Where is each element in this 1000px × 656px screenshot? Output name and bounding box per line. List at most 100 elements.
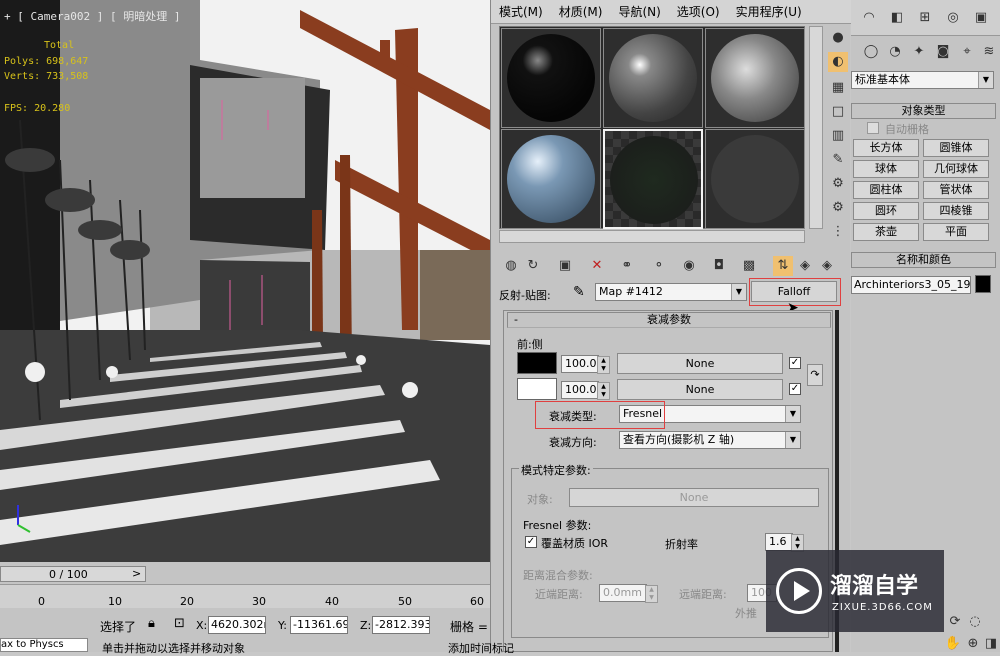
near-distance-spinner[interactable]: 0.0mm ▲ ▼ (599, 584, 658, 603)
pyramid-button[interactable]: 四棱锥 (923, 202, 989, 220)
sample-type-icon[interactable]: ● (828, 28, 848, 48)
display-tab-icon[interactable]: ▣ (971, 8, 991, 28)
sample-slot-5[interactable] (603, 129, 703, 229)
x-coordinate-field[interactable]: 4620.302m (208, 616, 266, 634)
eyedropper-icon[interactable]: ✎ (573, 284, 585, 300)
slots-vertical-scrollbar[interactable] (809, 26, 823, 229)
make-unique-icon[interactable]: ⚬ (649, 256, 669, 276)
object-color-swatch[interactable] (975, 275, 991, 293)
front-amount-spinner[interactable]: 100.0 ▲ ▼ (561, 355, 610, 374)
maxscript-listener[interactable]: ax to Physcs (0, 638, 88, 652)
put-to-library-icon[interactable]: ◉ (679, 256, 699, 276)
object-type-header[interactable]: 对象类型 (851, 103, 996, 119)
side-amount-spinner[interactable]: 100.0 ▲ ▼ (561, 381, 610, 400)
object-category-dropdown[interactable]: 标准基本体 ▼ (851, 71, 994, 89)
geosphere-button[interactable]: 几何球体 (923, 160, 989, 178)
plane-button[interactable]: 平面 (923, 223, 989, 241)
falloff-direction-label: 衰减方向: (549, 436, 597, 449)
front-map-button[interactable]: None (617, 353, 783, 374)
chevron-down-icon: ▼ (785, 432, 800, 448)
orbit-icon[interactable]: ⟳ (945, 612, 965, 632)
name-color-header[interactable]: 名称和颜色 (851, 252, 996, 268)
z-coordinate-field[interactable]: -2812.393 (372, 616, 430, 634)
viewport-label[interactable]: + [ Camera002 ] [ 明暗处理 ] (4, 8, 180, 24)
show-map-icon[interactable]: ▩ (739, 256, 759, 276)
go-to-parent-icon[interactable]: ◈ (795, 256, 815, 276)
lights-icon[interactable]: ✦ (909, 42, 929, 62)
background-icon[interactable]: ▦ (828, 78, 848, 98)
ior-spinner[interactable]: 1.6 ▲ ▼ (765, 533, 804, 552)
object-pick-button[interactable]: None (569, 488, 819, 507)
bottom-bar: 0 / 100 > 0 10 20 30 40 50 60 选择了 🔒︎ ⊡ X… (0, 562, 490, 655)
sample-slot-4[interactable] (501, 129, 601, 229)
show-end-result-icon[interactable]: ⇅ (773, 256, 793, 276)
video-color-icon[interactable]: ▥ (828, 126, 848, 146)
menu-navigation[interactable]: 导航(N) (610, 3, 668, 20)
sample-slot-6[interactable] (705, 129, 805, 229)
tube-button[interactable]: 管状体 (923, 181, 989, 199)
object-name-field[interactable]: Archinteriors3_05_195 (851, 276, 971, 294)
sample-slot-3[interactable] (705, 28, 805, 128)
get-material-icon[interactable]: ◍ (501, 256, 521, 276)
uv-tiling-icon[interactable]: □ (828, 102, 848, 122)
sphere-button[interactable]: 球体 (853, 160, 919, 178)
backlight-icon[interactable]: ◐ (828, 52, 848, 72)
front-color-swatch[interactable] (517, 352, 557, 374)
material-map-navigator-icon[interactable]: ⋮ (828, 222, 848, 242)
cylinder-button[interactable]: 圆柱体 (853, 181, 919, 199)
menu-material[interactable]: 材质(M) (551, 3, 611, 20)
modify-tab-icon[interactable]: ◧ (887, 8, 907, 28)
go-forward-sibling-icon[interactable]: ◈ (817, 256, 837, 276)
side-map-button[interactable]: None (617, 379, 783, 400)
motion-tab-icon[interactable]: ◎ (943, 8, 963, 28)
next-frame-icon[interactable]: > (132, 567, 141, 580)
pan-hand-icon[interactable]: ✋ (943, 634, 963, 654)
cone-button[interactable]: 圆锥体 (923, 139, 989, 157)
add-time-tag[interactable]: 添加时间标记 (448, 640, 514, 656)
menu-options[interactable]: 选项(O) (669, 3, 728, 20)
cameras-icon[interactable]: ◙ (933, 42, 953, 62)
falloff-params-header[interactable]: - 衰减参数 (507, 312, 831, 328)
sample-slot-2[interactable] (603, 28, 703, 128)
swap-colors-icon[interactable]: ↷ (807, 364, 823, 386)
y-coordinate-field[interactable]: -11361.69 (290, 616, 348, 634)
orbit-camera-icon[interactable]: ⊕ (963, 634, 983, 654)
lock-icon[interactable]: 🔒︎ (148, 616, 155, 631)
shapes-icon[interactable]: ◔ (885, 42, 905, 62)
maximize-viewport-icon[interactable]: ◨ (981, 634, 1000, 654)
camera-roll-icon[interactable]: ◌ (965, 612, 985, 632)
sample-slot-1[interactable] (501, 28, 601, 128)
menu-utilities[interactable]: 实用程序(U) (728, 3, 810, 20)
far-distance-label: 远端距离: (679, 588, 727, 601)
front-map-checkbox[interactable]: ✓ (789, 357, 801, 369)
options-icon[interactable]: ⚙ (828, 174, 848, 194)
side-color-swatch[interactable] (517, 378, 557, 400)
map-name-field[interactable]: Map #1412 ▼ (595, 283, 747, 301)
teapot-button[interactable]: 茶壶 (853, 223, 919, 241)
hierarchy-tab-icon[interactable]: ⊞ (915, 8, 935, 28)
spacewarps-icon[interactable]: ≋ (979, 42, 999, 62)
absolute-mode-icon[interactable]: ⊡ (174, 616, 185, 631)
side-map-checkbox[interactable]: ✓ (789, 383, 801, 395)
camera-viewport[interactable]: + [ Camera002 ] [ 明暗处理 ] Total Polys: 69… (0, 0, 490, 562)
slots-horizontal-scrollbar[interactable] (499, 230, 805, 243)
put-to-scene-icon[interactable]: ↻ (523, 256, 543, 276)
timeline-track[interactable]: 0 10 20 30 40 50 60 (0, 584, 490, 608)
material-id-channel-icon[interactable]: ◘ (709, 256, 729, 276)
assign-to-selection-icon[interactable]: ▣ (555, 256, 575, 276)
autogrid-checkbox[interactable] (867, 122, 879, 134)
torus-button[interactable]: 圆环 (853, 202, 919, 220)
select-by-material-icon[interactable]: ⚙ (828, 198, 848, 218)
time-slider[interactable]: 0 / 100 (0, 566, 146, 582)
helpers-icon[interactable]: ⌖ (957, 42, 977, 62)
copy-material-icon[interactable]: ⚭ (617, 256, 637, 276)
create-tab-icon[interactable]: ◠ (859, 8, 879, 28)
near-distance-label: 近端距离: (535, 588, 583, 601)
falloff-direction-dropdown[interactable]: 查看方向(摄影机 Z 轴) ▼ (619, 431, 801, 449)
menu-mode[interactable]: 模式(M) (491, 3, 551, 20)
make-preview-icon[interactable]: ✎ (828, 150, 848, 170)
override-ior-checkbox[interactable]: ✓ (525, 536, 537, 548)
geometry-icon[interactable]: ◯ (861, 42, 881, 62)
box-button[interactable]: 长方体 (853, 139, 919, 157)
reset-map-icon[interactable]: ✕ (587, 256, 607, 276)
